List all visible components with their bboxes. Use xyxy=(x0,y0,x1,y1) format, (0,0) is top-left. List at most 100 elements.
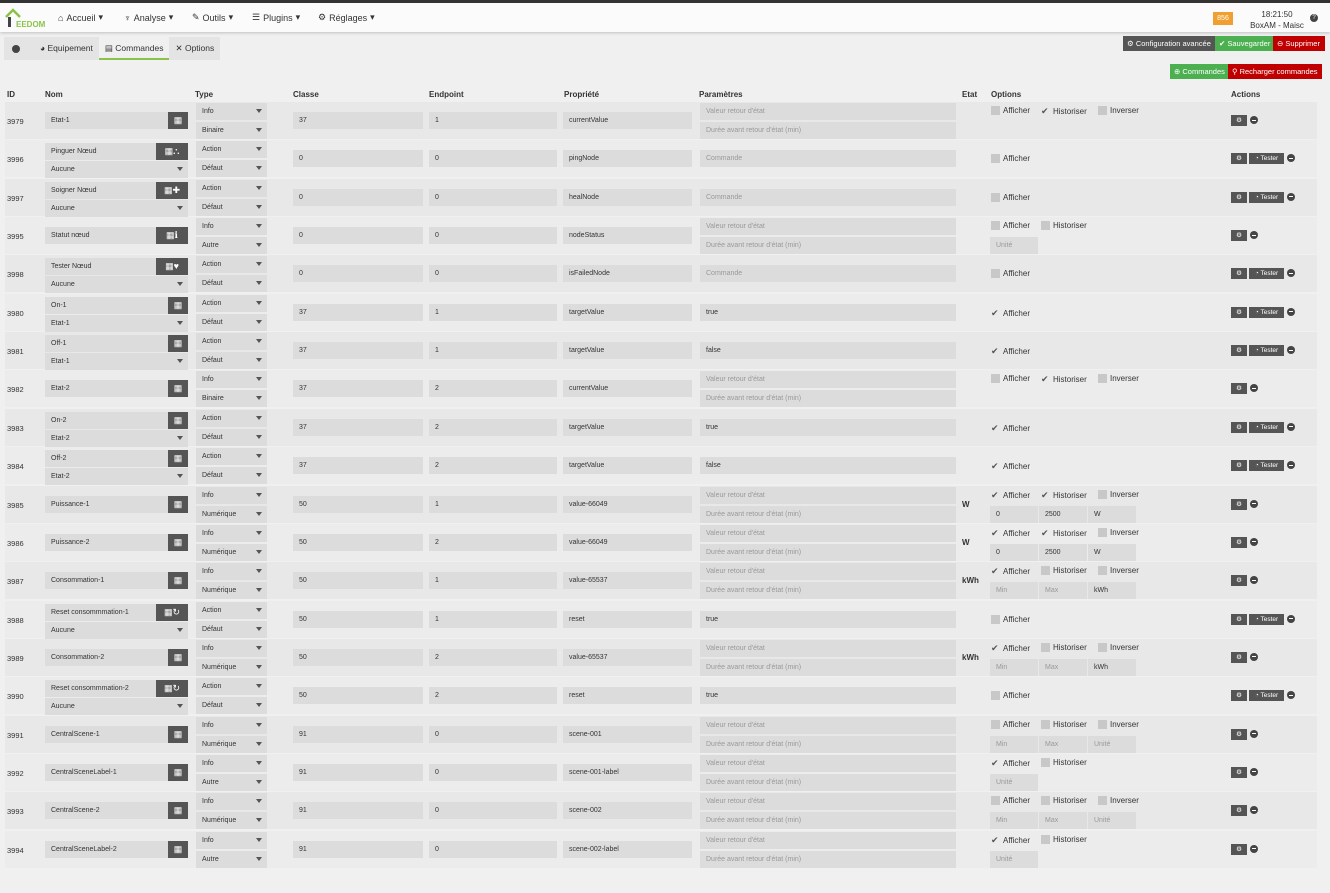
classe-input[interactable]: 91 xyxy=(293,763,423,781)
param-input[interactable]: true xyxy=(700,418,956,436)
type-select[interactable]: Action xyxy=(196,179,267,197)
param-input[interactable]: false xyxy=(700,457,956,475)
property-input[interactable]: scene-002-label xyxy=(563,840,692,858)
choose-icon-button[interactable]: ▦ xyxy=(168,112,188,129)
cmd-name-input[interactable]: Pinguer Nœud xyxy=(45,143,156,161)
type-select[interactable]: Info xyxy=(196,563,267,581)
cmd-name-input[interactable]: Off-2 xyxy=(45,450,168,468)
tab-commandes[interactable]: ▤ Commandes xyxy=(98,37,170,60)
menu-plugins[interactable]: ☰ Plugins ▾ xyxy=(252,12,300,23)
type-select[interactable]: Action xyxy=(196,294,267,312)
choose-icon-button[interactable]: ▦ℹ xyxy=(156,227,188,245)
cmd-name-input[interactable]: Etat-1 xyxy=(45,112,168,129)
delete-button[interactable]: ⊖ Supprimer xyxy=(1273,36,1325,51)
inverser-checkbox[interactable]: Inverser xyxy=(1098,566,1139,576)
afficher-checkbox[interactable]: ✔ Afficher xyxy=(991,346,1030,357)
configure-button[interactable]: ⚙ xyxy=(1231,613,1247,625)
configure-button[interactable]: ⚙ xyxy=(1231,536,1247,548)
historiser-checkbox[interactable]: Historiser xyxy=(1041,834,1087,844)
min-input[interactable]: 0 xyxy=(990,543,1038,561)
classe-input[interactable]: 37 xyxy=(293,303,423,321)
choose-icon-button[interactable]: ▦ xyxy=(168,411,188,429)
endpoint-input[interactable]: 1 xyxy=(429,572,557,590)
historiser-checkbox[interactable]: ✔ Historiser xyxy=(1041,374,1087,385)
test-button[interactable]: ◔ Tester xyxy=(1249,306,1284,318)
choose-icon-button[interactable]: ▦ xyxy=(168,533,188,551)
inverser-checkbox[interactable]: Inverser xyxy=(1098,719,1139,729)
unit-input[interactable]: kWh xyxy=(1088,658,1136,676)
remove-command-icon[interactable] xyxy=(1287,461,1295,470)
remove-command-icon[interactable] xyxy=(1287,614,1295,623)
afficher-checkbox[interactable]: Afficher xyxy=(991,614,1030,624)
subtype-select[interactable]: Défaut xyxy=(196,428,267,446)
afficher-checkbox[interactable]: ✔ Afficher xyxy=(991,835,1030,846)
afficher-checkbox[interactable]: Afficher xyxy=(991,154,1030,164)
endpoint-input[interactable]: 2 xyxy=(429,648,557,666)
afficher-checkbox[interactable]: ✔ Afficher xyxy=(991,461,1030,472)
subtype-select[interactable]: Binaire xyxy=(196,122,267,139)
cmd-name-input[interactable]: Puissance-2 xyxy=(45,533,168,551)
cmd-name-input[interactable]: Puissance-1 xyxy=(45,495,168,513)
value-select[interactable]: Aucune xyxy=(45,199,188,217)
unit-input[interactable]: W xyxy=(1088,505,1136,523)
configure-button[interactable]: ⚙ xyxy=(1231,345,1247,357)
cmd-name-input[interactable]: Reset consommmation-1 xyxy=(45,603,156,621)
return-duration-input[interactable]: Durée avant retour d'état (min) xyxy=(700,237,956,255)
subtype-select[interactable]: Numérique xyxy=(196,658,267,676)
afficher-checkbox[interactable]: ✔ Afficher xyxy=(991,490,1030,501)
min-input[interactable]: Min xyxy=(990,735,1038,753)
afficher-checkbox[interactable]: ✔ Afficher xyxy=(991,423,1030,434)
help-icon[interactable]: ? xyxy=(1310,14,1318,22)
return-duration-input[interactable]: Durée avant retour d'état (min) xyxy=(700,850,956,868)
endpoint-input[interactable]: 0 xyxy=(429,725,557,743)
cmd-name-input[interactable]: On-2 xyxy=(45,411,168,429)
inverser-checkbox[interactable]: Inverser xyxy=(1098,489,1139,499)
menu-analyse[interactable]: ♆ Analyse ▾ xyxy=(124,12,173,23)
subtype-select[interactable]: Numérique xyxy=(196,543,267,561)
menu-reglages[interactable]: ⚙ Réglages ▾ xyxy=(318,12,375,23)
value-select[interactable]: Aucune xyxy=(45,161,188,179)
classe-input[interactable]: 91 xyxy=(293,802,423,820)
subtype-select[interactable]: Défaut xyxy=(196,198,267,216)
choose-icon-button[interactable]: ▦ xyxy=(168,450,188,468)
subtype-select[interactable]: Défaut xyxy=(196,275,267,293)
test-button[interactable]: ◔ Tester xyxy=(1249,460,1284,472)
remove-command-icon[interactable] xyxy=(1250,537,1258,546)
configure-button[interactable]: ⚙ xyxy=(1231,805,1247,817)
param-input[interactable]: Commande xyxy=(700,188,956,206)
property-input[interactable]: scene-001 xyxy=(563,725,692,743)
max-input[interactable]: 2500 xyxy=(1039,505,1087,523)
property-input[interactable]: value-66049 xyxy=(563,533,692,551)
cmd-name-input[interactable]: Off-1 xyxy=(45,335,168,353)
param-input[interactable]: true xyxy=(700,303,956,321)
classe-input[interactable]: 50 xyxy=(293,687,423,705)
min-input[interactable]: Min xyxy=(990,658,1038,676)
return-duration-input[interactable]: Durée avant retour d'état (min) xyxy=(700,773,956,791)
inverser-checkbox[interactable]: Inverser xyxy=(1098,374,1139,384)
classe-input[interactable]: 0 xyxy=(293,227,423,245)
test-button[interactable]: ◔ Tester xyxy=(1249,345,1284,357)
cmd-name-input[interactable]: CentralSceneLabel-1 xyxy=(45,763,168,781)
inverser-checkbox[interactable]: Inverser xyxy=(1098,796,1139,806)
subtype-select[interactable]: Défaut xyxy=(196,467,267,485)
tab-options[interactable]: ✕ Options xyxy=(169,37,220,60)
endpoint-input[interactable]: 0 xyxy=(429,188,557,206)
classe-input[interactable]: 50 xyxy=(293,610,423,628)
remove-command-icon[interactable] xyxy=(1250,729,1258,738)
property-input[interactable]: scene-002 xyxy=(563,802,692,820)
configure-button[interactable]: ⚙ xyxy=(1231,460,1247,472)
classe-input[interactable]: 37 xyxy=(293,342,423,360)
choose-icon-button[interactable]: ▦ xyxy=(168,648,188,666)
remove-command-icon[interactable] xyxy=(1250,231,1258,240)
property-input[interactable]: nodeStatus xyxy=(563,227,692,245)
property-input[interactable]: reset xyxy=(563,687,692,705)
value-select[interactable]: Etat-1 xyxy=(45,353,188,371)
subtype-select[interactable]: Numérique xyxy=(196,582,267,600)
unit-input[interactable]: Unité xyxy=(1088,735,1136,753)
afficher-checkbox[interactable]: Afficher xyxy=(991,691,1030,701)
cmd-name-input[interactable]: Statut nœud xyxy=(45,227,156,245)
property-input[interactable]: value-65537 xyxy=(563,648,692,666)
return-duration-input[interactable]: Durée avant retour d'état (min) xyxy=(700,735,956,753)
afficher-checkbox[interactable]: ✔ Afficher xyxy=(991,528,1030,539)
choose-icon-button[interactable]: ▦ xyxy=(168,495,188,513)
